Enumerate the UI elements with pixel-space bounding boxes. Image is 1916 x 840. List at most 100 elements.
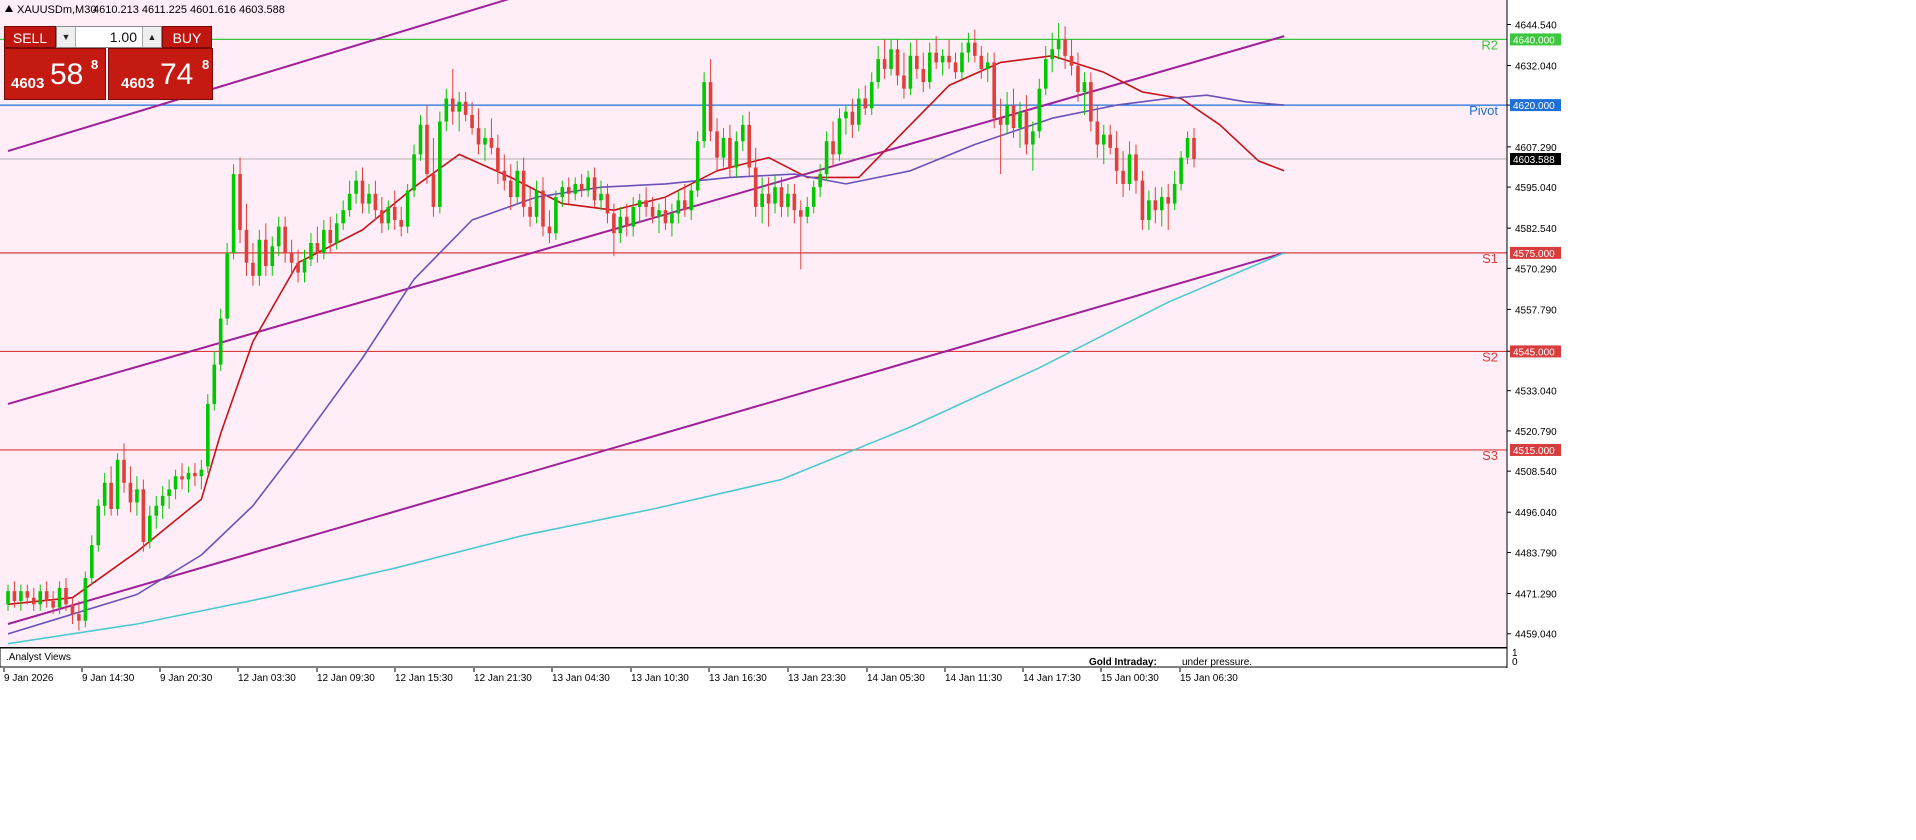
candle-body	[940, 55, 945, 63]
candle-body	[708, 82, 713, 132]
sell-button[interactable]: SELL	[4, 26, 56, 48]
candle-body	[264, 239, 268, 267]
level-label-s2: S2	[1482, 349, 1498, 364]
candle-body	[1134, 154, 1138, 181]
candle-body	[863, 98, 868, 109]
overlay-title: Gold Intraday:	[1089, 657, 1157, 668]
buy-price-prefix: 4603	[121, 75, 155, 92]
candle-body	[457, 101, 461, 112]
candle-body	[83, 578, 88, 621]
x-tick-label: 9 Jan 14:30	[82, 673, 135, 684]
y-tick-label: 4471.290	[1515, 589, 1557, 600]
candle-body	[670, 213, 674, 224]
candle-body	[1192, 137, 1196, 159]
candle-body	[1018, 111, 1022, 129]
candle-body	[1031, 131, 1035, 145]
candle-body	[502, 170, 507, 181]
candle-body	[70, 604, 75, 615]
x-tick-label: 9 Jan 2026	[4, 673, 54, 684]
candlestick	[405, 183, 410, 234]
candle-body	[624, 216, 629, 227]
candle-body	[721, 137, 726, 158]
candle-body	[637, 200, 642, 207]
candle-body	[973, 42, 977, 56]
candle-body	[212, 364, 217, 404]
candle-body	[289, 252, 294, 263]
candle-body	[805, 206, 810, 217]
candle-body	[895, 49, 900, 76]
sell-price-button[interactable]: 4603 58 8	[4, 48, 106, 100]
candle-body	[1166, 197, 1171, 204]
candle-body	[244, 229, 249, 263]
candle-body	[360, 180, 365, 204]
y-tick-label: 4533.040	[1515, 387, 1557, 398]
candle-body	[38, 591, 43, 605]
candle-body	[347, 193, 352, 211]
lot-size-value[interactable]: 1.00	[77, 27, 141, 47]
candle-body	[586, 177, 590, 191]
candle-body	[547, 226, 552, 234]
buy-button[interactable]: BUY	[162, 26, 212, 48]
y-tick-label: 4632.040	[1515, 62, 1557, 73]
x-tick-label: 13 Jan 04:30	[552, 673, 610, 684]
candle-body	[592, 177, 597, 201]
candle-body	[115, 459, 120, 510]
candle-body	[1043, 59, 1048, 89]
candle-body	[715, 131, 719, 158]
candle-body	[515, 170, 520, 198]
candle-body	[1024, 111, 1029, 145]
indicator-label: .Analyst Views	[6, 652, 71, 663]
candlestick	[141, 479, 146, 552]
candle-body	[1147, 200, 1151, 221]
candle-body	[6, 591, 10, 605]
candle-body	[1037, 88, 1042, 132]
level-price-label: 4620.000	[1513, 101, 1555, 112]
candle-body	[844, 111, 848, 119]
lot-decrease-icon[interactable]: ▼	[57, 27, 76, 47]
y-tick-label: 4520.790	[1515, 427, 1557, 438]
x-tick-label: 13 Jan 23:30	[788, 673, 846, 684]
candle-body	[811, 187, 816, 207]
candle-body	[77, 614, 81, 621]
candlestick	[438, 111, 442, 214]
candlestick	[115, 453, 120, 516]
candle-body	[438, 121, 442, 207]
candle-body	[199, 469, 204, 477]
candle-body	[753, 167, 758, 207]
candle-body	[663, 210, 668, 224]
price-chart[interactable]: R2 Pivot S1 S2 S3 4644.540 4632.040 4620.000 46…	[0, 0, 1916, 840]
buy-price-button[interactable]: 4603 74 8	[108, 48, 213, 100]
candle-body	[44, 591, 49, 602]
candle-body	[64, 587, 68, 605]
current-price-label: 4603.588	[1513, 155, 1555, 166]
sell-price-main: 58	[50, 58, 84, 91]
candle-body	[560, 187, 565, 198]
indicator-window	[0, 647, 1508, 668]
candle-body	[1185, 137, 1190, 158]
lot-size-field[interactable]: ▼ 1.00 ▲	[56, 26, 162, 48]
x-tick-label: 13 Jan 16:30	[709, 673, 767, 684]
candle-body	[128, 482, 133, 503]
buy-price-main: 74	[160, 58, 194, 91]
y-tick-label: 4508.540	[1515, 467, 1557, 478]
level-price-label: 4515.000	[1513, 446, 1555, 457]
candle-body	[399, 220, 403, 227]
overlay-text: under pressure.	[1182, 657, 1252, 668]
candle-body	[1108, 134, 1113, 148]
candle-body	[251, 262, 255, 276]
candlestick	[206, 394, 210, 473]
candle-body	[96, 505, 101, 546]
candle-body	[476, 128, 481, 145]
candle-body	[463, 101, 468, 115]
candle-body	[1056, 39, 1061, 50]
candle-body	[695, 141, 700, 191]
candle-body	[689, 190, 694, 211]
candle-body	[1011, 105, 1016, 129]
level-label-s1: S1	[1482, 251, 1498, 266]
candle-body	[206, 403, 210, 467]
candle-body	[328, 229, 333, 244]
candle-body	[799, 210, 803, 217]
candle-body	[57, 587, 62, 608]
candle-body	[444, 98, 449, 122]
lot-increase-icon[interactable]: ▲	[142, 27, 161, 47]
